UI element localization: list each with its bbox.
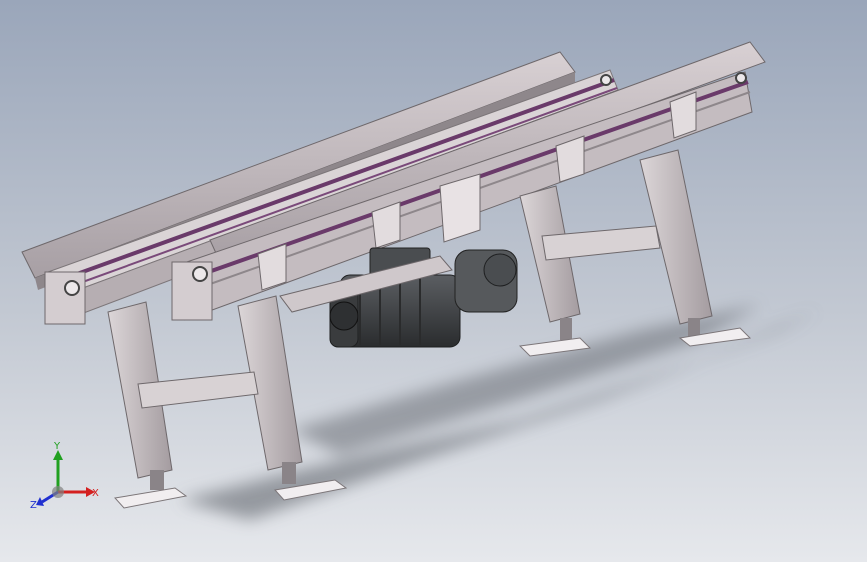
front-roller — [192, 266, 208, 282]
z-axis-label: Z — [30, 500, 37, 511]
conveyor-model[interactable] — [0, 0, 867, 562]
rear-roller — [64, 280, 80, 296]
cad-viewport[interactable]: Y X Z — [0, 0, 867, 562]
bracket-3 — [439, 173, 481, 243]
y-axis-label: Y — [53, 441, 61, 452]
x-axis-label: X — [92, 488, 99, 499]
front-far-roller — [735, 72, 747, 84]
rear-end-bracket — [44, 271, 86, 325]
axis-triad: Y X Z — [30, 441, 99, 511]
foot-pad-1 — [114, 487, 188, 509]
rear-far-roller — [600, 74, 612, 86]
